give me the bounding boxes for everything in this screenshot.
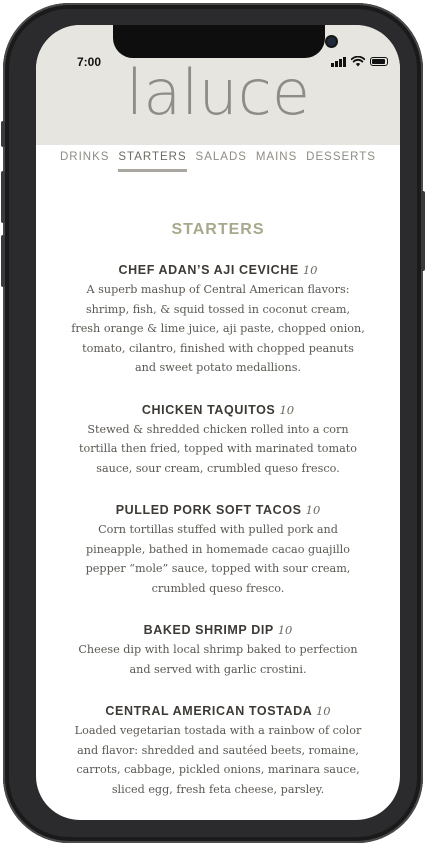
description-line: Loaded vegetarian tostada with a rainbow… (74, 724, 362, 737)
menu-item: BAKED SHRIMP DIP 10 Cheese dip with loca… (36, 621, 400, 679)
phone-screen: 7:00 laluce DRINKS STARTERS SALADS MAINS… (36, 25, 400, 820)
menu-item-heading: BAKED SHRIMP DIP 10 (36, 621, 400, 640)
description-line: Cheese dip with local shrimp baked to pe… (78, 643, 358, 656)
menu-item-name: PULLED PORK SOFT TACOS (115, 503, 302, 517)
description-line: Stewed & shredded chicken rolled into a … (87, 422, 349, 436)
description-line: fresh orange & lime juice, aji paste, ch… (71, 322, 365, 335)
menu-item-heading: PULLED PORK SOFT TACOS 10 (36, 501, 400, 520)
description-line: carrots, cabbage, pickled onions, marina… (76, 763, 360, 776)
power-button (421, 191, 425, 271)
description-line: A superb mashup of Central American flav… (86, 283, 350, 296)
menu-item-heading: CHEF ADAN’S AJI CEVICHE 10 (36, 261, 400, 280)
menu-nav: DRINKS STARTERS SALADS MAINS DESSERTS (36, 151, 400, 172)
menu-item-name: CHICKEN TAQUITOS (141, 402, 276, 417)
menu-item: CHEF ADAN’S AJI CEVICHE 10 A superb mash… (36, 261, 400, 378)
menu-item-name: BAKED SHRIMP DIP (143, 623, 274, 637)
tab-desserts[interactable]: DESSERTS (306, 151, 376, 172)
menu-item-price: 10 (277, 623, 293, 637)
description-line: pineapple, bathed in homemade cacao guaj… (85, 542, 350, 556)
phone-frame: 7:00 laluce DRINKS STARTERS SALADS MAINS… (1, 3, 425, 843)
menu-item-description: A superb mashup of Central American flav… (68, 280, 368, 378)
section-title: STARTERS (171, 221, 265, 238)
description-line: tortilla then fried, topped with marinat… (78, 442, 358, 455)
description-line: and sweet potato medallions. (134, 361, 302, 374)
menu-section: STARTERS CHEF ADAN’S AJI CEVICHE 10 A su… (36, 221, 400, 820)
menu-item: PULLED PORK SOFT TACOS 10 Corn tortillas… (36, 501, 400, 598)
menu-item-heading: CHICKEN TAQUITOS 10 (36, 401, 400, 420)
brand-logo[interactable]: laluce (36, 62, 400, 124)
description-line: shrimp, fish, & squid tossed in coconut … (85, 302, 351, 316)
menu-item-price: 10 (279, 402, 295, 417)
menu-item-name: CENTRAL AMERICAN TOSTADA (105, 704, 312, 718)
tab-mains[interactable]: MAINS (256, 151, 297, 172)
menu-item-description: Loaded vegetarian tostada with a rainbow… (68, 721, 368, 799)
notch (113, 25, 336, 58)
tab-starters[interactable]: STARTERS (118, 151, 187, 172)
volume-up-button (1, 171, 5, 223)
description-line: and served with garlic crostini. (129, 662, 307, 676)
description-line: sliced egg, fresh feta cheese, parsley. (111, 782, 325, 796)
description-line: and flavor: shredded and sautéed beets, … (77, 743, 359, 757)
description-line: sauce, sour cream, crumbled queso fresco… (96, 461, 340, 475)
description-line: pepper “mole” sauce, topped with sour cr… (85, 562, 351, 575)
description-line: crumbled queso fresco. (151, 581, 285, 595)
menu-item-description: Cheese dip with local shrimp baked to pe… (68, 640, 368, 679)
menu-item-price: 10 (302, 263, 318, 277)
action-button (1, 121, 5, 147)
menu-item-description: Corn tortillas stuffed with pulled pork … (68, 520, 368, 598)
volume-down-button (1, 235, 5, 287)
description-line: tomato, cilantro, finished with chopped … (82, 341, 354, 355)
menu-item-price: 10 (305, 503, 321, 517)
description-line: Corn tortillas stuffed with pulled pork … (98, 523, 338, 536)
front-camera-icon (327, 37, 336, 46)
menu-item-description: Stewed & shredded chicken rolled into a … (68, 420, 368, 479)
menu-item: CHICKEN TAQUITOS 10 Stewed & shredded ch… (36, 401, 400, 479)
tab-salads[interactable]: SALADS (196, 151, 247, 172)
menu-item-price: 10 (315, 704, 331, 718)
tab-drinks[interactable]: DRINKS (60, 151, 109, 172)
menu-item: CENTRAL AMERICAN TOSTADA 10 Loaded veget… (36, 702, 400, 799)
site-header: 7:00 laluce (36, 25, 400, 145)
menu-item-heading: CENTRAL AMERICAN TOSTADA 10 (36, 702, 400, 721)
menu-item-name: CHEF ADAN’S AJI CEVICHE (118, 263, 299, 277)
